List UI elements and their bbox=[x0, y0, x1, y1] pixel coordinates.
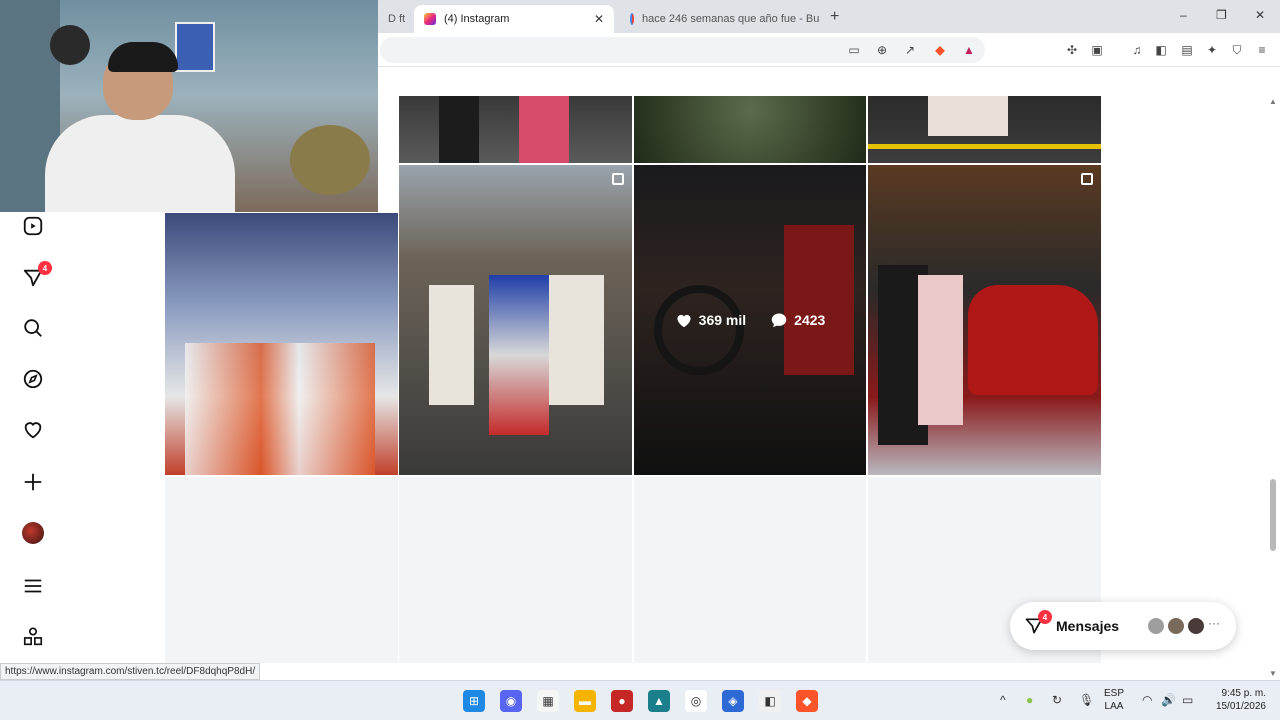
carousel-icon bbox=[1081, 173, 1093, 185]
start-icon[interactable]: ⊞ bbox=[463, 690, 485, 712]
app-icon[interactable]: ◧ bbox=[759, 690, 781, 712]
language-label: ESP bbox=[1104, 688, 1125, 699]
media-icon[interactable]: ♫ bbox=[1129, 42, 1145, 58]
layout-label: LAA bbox=[1104, 701, 1124, 712]
post-thumbnail[interactable] bbox=[634, 96, 866, 163]
messages-button[interactable]: 4 Mensajes ··· bbox=[1010, 602, 1236, 650]
share-icon[interactable]: ↗ bbox=[902, 42, 918, 58]
heart-icon[interactable] bbox=[20, 417, 46, 443]
file-explorer-icon[interactable]: ▬ bbox=[574, 690, 596, 712]
webcam-overlay bbox=[0, 0, 378, 212]
post-placeholder bbox=[399, 477, 632, 663]
post-thumbnail[interactable] bbox=[399, 96, 632, 163]
zoom-icon[interactable]: ⊕ bbox=[874, 42, 890, 58]
close-tab-icon[interactable]: ✕ bbox=[594, 12, 604, 26]
volume-icon[interactable]: 🔊 bbox=[1161, 693, 1176, 707]
brave-rewards-icon[interactable]: ▲ bbox=[961, 42, 977, 58]
post-thumbnail[interactable] bbox=[399, 165, 632, 475]
wallet-icon[interactable]: ▤ bbox=[1179, 42, 1195, 58]
post-thumbnail-hovered[interactable]: 369 mil 2423 bbox=[634, 165, 866, 475]
avatar bbox=[1146, 616, 1166, 636]
vpn-icon[interactable]: ⛉ bbox=[1229, 42, 1245, 58]
comment-filled-icon bbox=[771, 313, 787, 328]
create-icon[interactable] bbox=[20, 469, 46, 495]
avatar bbox=[1166, 616, 1186, 636]
brave-browser-icon[interactable]: ◆ bbox=[796, 690, 818, 712]
tab-google-search[interactable]: hace 246 semanas que año fue - Bus bbox=[620, 5, 820, 33]
instagram-sidebar: 4 bbox=[0, 212, 66, 662]
avatar bbox=[1186, 616, 1206, 636]
discord-icon[interactable]: ◉ bbox=[500, 690, 522, 712]
close-window-button[interactable]: ✕ bbox=[1255, 8, 1265, 22]
tab-label: D ft bbox=[388, 13, 406, 25]
tab-previous[interactable]: D ft bbox=[378, 5, 418, 33]
comments-count: 2423 bbox=[794, 312, 826, 328]
google-icon bbox=[630, 13, 634, 25]
post-thumbnail[interactable] bbox=[868, 96, 1101, 163]
url-field[interactable] bbox=[380, 37, 985, 63]
tab-search-icon[interactable]: ▣ bbox=[1089, 42, 1105, 58]
browser-menu-icon[interactable]: ≡ bbox=[1254, 42, 1270, 58]
post-thumbnail[interactable] bbox=[868, 165, 1101, 475]
post-placeholder bbox=[634, 477, 866, 663]
wifi-icon[interactable]: ◠ bbox=[1142, 693, 1152, 707]
store-icon[interactable]: ▦ bbox=[537, 690, 559, 712]
tab-label: (4) Instagram bbox=[444, 13, 510, 25]
comments-stat: 2423 bbox=[770, 312, 825, 328]
carousel-icon bbox=[612, 173, 624, 185]
leo-ai-icon[interactable]: ✦ bbox=[1204, 42, 1220, 58]
messages-icon: 4 bbox=[1024, 610, 1052, 636]
new-tab-button[interactable]: + bbox=[830, 8, 839, 26]
battery-icon[interactable]: ▭ bbox=[1182, 693, 1193, 707]
app-icon[interactable]: ● bbox=[611, 690, 633, 712]
explore-icon[interactable] bbox=[20, 366, 46, 392]
likes-count: 369 mil bbox=[698, 312, 747, 328]
likes-stat: 369 mil bbox=[675, 312, 746, 328]
search-icon[interactable] bbox=[20, 315, 46, 341]
tab-label: hace 246 semanas que año fue - Bus bbox=[642, 13, 820, 25]
microphone-icon[interactable]: 🎙 bbox=[1079, 693, 1094, 707]
windows-taskbar: ⊞ ◉ ▦ ▬ ● ▲ ◎ ◈ ◧ ◆ ^ ● ↻ 🎙 ESP LAA ◠ 🔊 … bbox=[0, 680, 1280, 720]
sidebar-toggle-icon[interactable]: ◧ bbox=[1153, 42, 1169, 58]
steam-icon[interactable]: ◎ bbox=[685, 690, 707, 712]
more-apps-icon[interactable] bbox=[20, 624, 46, 650]
heart-filled-icon bbox=[677, 314, 691, 328]
app-icon[interactable]: ◈ bbox=[722, 690, 744, 712]
sync-icon[interactable]: ↻ bbox=[1052, 693, 1062, 707]
status-url: https://www.instagram.com/stiven.tc/reel… bbox=[0, 663, 261, 680]
language-indicator[interactable]: ESP LAA bbox=[1104, 687, 1124, 713]
clock[interactable]: 9:45 p. m. 15/01/2026 bbox=[1208, 687, 1266, 713]
more-icon[interactable]: ··· bbox=[1208, 616, 1220, 630]
messages-badge: 4 bbox=[1038, 610, 1052, 624]
post-thumbnail[interactable] bbox=[165, 213, 398, 475]
brave-shield-icon[interactable]: ◆ bbox=[932, 42, 948, 58]
post-placeholder bbox=[165, 477, 398, 663]
extensions-icon[interactable]: ✣ bbox=[1064, 42, 1080, 58]
restore-button[interactable]: ❐ bbox=[1216, 8, 1227, 22]
messages-icon[interactable]: 4 bbox=[20, 261, 52, 291]
reels-icon[interactable] bbox=[20, 213, 46, 239]
tab-instagram[interactable]: (4) Instagram ✕ bbox=[414, 5, 614, 33]
scroll-down-icon[interactable]: ▼ bbox=[1269, 669, 1277, 678]
instagram-icon bbox=[424, 13, 436, 25]
profile-avatar[interactable] bbox=[22, 522, 44, 544]
notifications-badge: 4 bbox=[38, 261, 52, 275]
page-scrollbar[interactable]: ▲ ▼ bbox=[1268, 97, 1278, 679]
post-stats-overlay: 369 mil 2423 bbox=[634, 165, 866, 475]
scrollbar-thumb[interactable] bbox=[1270, 479, 1276, 551]
app-icon[interactable]: ▲ bbox=[648, 690, 670, 712]
menu-icon[interactable] bbox=[20, 573, 46, 599]
messages-label: Mensajes bbox=[1056, 618, 1120, 634]
screenshot-icon[interactable]: ▭ bbox=[846, 42, 862, 58]
time-label: 9:45 p. m. bbox=[1221, 688, 1266, 699]
tray-app-icon[interactable]: ● bbox=[1026, 693, 1033, 707]
scroll-up-icon[interactable]: ▲ bbox=[1269, 97, 1277, 106]
tray-chevron-icon[interactable]: ^ bbox=[1000, 693, 1006, 707]
date-label: 15/01/2026 bbox=[1215, 701, 1266, 712]
minimize-button[interactable]: – bbox=[1180, 8, 1187, 22]
